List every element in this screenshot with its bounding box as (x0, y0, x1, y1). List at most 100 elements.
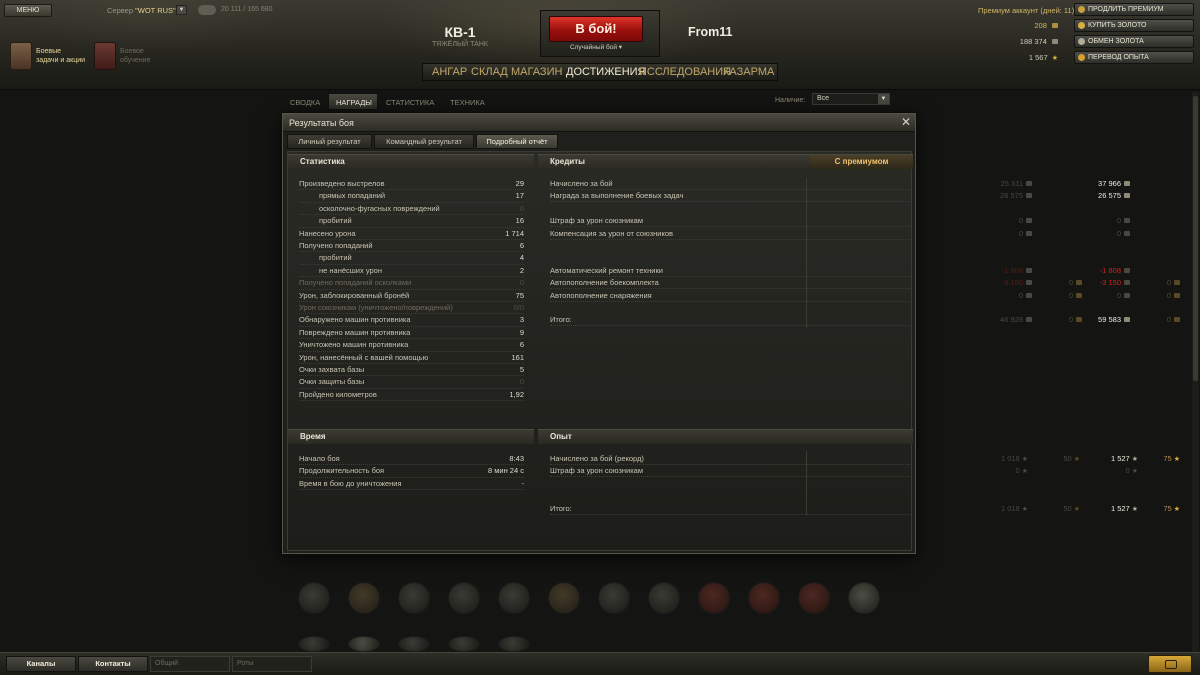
gold-icon (1174, 280, 1180, 286)
stats-row: осколочно-фугасных повреждений 0 (299, 203, 524, 216)
detailed-report-panel: Статистика Произведено выстрелов 29 прямых… (287, 151, 1180, 551)
menu-button[interactable]: МЕНЮ (4, 4, 52, 17)
credits-balance: 188 374 (998, 37, 1058, 46)
credits-premium-value-text: 26 575 (1098, 191, 1121, 201)
tab-personal-result[interactable]: Личный результат (287, 134, 372, 149)
credits-premium-value-text: 37 966 (1098, 179, 1121, 188)
medal-icon[interactable] (648, 582, 680, 614)
credits-row (550, 252, 912, 264)
credits-base-gold-value-text: 0 (1068, 278, 1073, 288)
medal-icon[interactable] (498, 582, 530, 614)
credits-base-value-text: 26 575 (1000, 191, 1023, 201)
time-label: Время в бою до уничтожения (299, 478, 402, 488)
channel-squads[interactable]: Роты (232, 656, 312, 672)
xp-star-icon: ★ (1021, 456, 1028, 463)
nav-shop[interactable]: МАГАЗИН (511, 66, 562, 78)
stats-label: Повреждено машин противника (299, 327, 411, 337)
medal-icon[interactable] (398, 636, 430, 652)
to-battle-button[interactable]: В бой! (549, 16, 643, 42)
tab-awards[interactable]: НАГРАДЫ (336, 98, 372, 107)
credits-premium-value: 0 (1080, 215, 1130, 227)
player-name: From11 (688, 25, 733, 39)
xp-premium-free-value: 75 ★ (1130, 503, 1180, 516)
server-dropdown-button[interactable]: ▼ (176, 5, 187, 15)
dialog-titlebar[interactable] (283, 114, 915, 132)
page-scrollbar[interactable] (1192, 92, 1199, 652)
nav-hangar[interactable]: АНГАР (432, 66, 467, 78)
close-icon[interactable]: ✕ (901, 115, 911, 129)
time-row: Начало боя 8:43 (299, 453, 524, 466)
training-button[interactable]: Боевое обучение (94, 40, 172, 80)
medal-icon[interactable] (748, 582, 780, 614)
exchange-gold-button[interactable]: ОБМЕН ЗОЛОТА (1074, 35, 1194, 48)
medal-icon[interactable] (398, 582, 430, 614)
gold-coin-icon (1078, 22, 1085, 29)
availability-select[interactable]: Все ▼ (812, 93, 890, 105)
nav-barracks[interactable]: КАЗАРМА (723, 66, 774, 78)
time-row: Продолжительность боя 8 мин 24 с (299, 465, 524, 478)
training-label: Боевое обучение (120, 48, 151, 64)
free-xp-icon: ★ (1051, 55, 1058, 62)
tab-detailed-report[interactable]: Подробный отчёт (476, 134, 558, 149)
tab-summary[interactable]: СВОДКА (290, 98, 320, 107)
credits-premium-gold-value-text: 0 (1166, 315, 1171, 325)
battle-mode-selector[interactable]: Случайный бой ▾ (549, 43, 643, 51)
tab-statistics[interactable]: СТАТИСТИКА (386, 98, 434, 107)
premium-header: С премиумом (810, 155, 913, 169)
medal-icon[interactable] (548, 582, 580, 614)
credits-premium-gold-value: 0 (1130, 290, 1180, 302)
xp-base-value-text: 1 018 (1000, 503, 1020, 513)
stats-label: осколочно-фугасных повреждений (319, 203, 440, 213)
extend-premium-button[interactable]: ПРОДЛИТЬ ПРЕМИУМ (1074, 3, 1194, 16)
medal-icon[interactable] (848, 582, 880, 614)
medal-icon[interactable] (798, 582, 830, 614)
medal-icon[interactable] (348, 636, 380, 652)
nav-research[interactable]: ИССЛЕДОВАНИЯ (639, 66, 731, 78)
premium-status: Премиум аккаунт (дней: 11) (978, 6, 1075, 15)
medal-icon[interactable] (448, 636, 480, 652)
tab-vehicles[interactable]: ТЕХНИКА (450, 98, 485, 107)
time-header: Время (288, 429, 534, 444)
channels-button[interactable]: Каналы (6, 656, 76, 672)
tank-type: ТЯЖЁЛЫЙ ТАНК (432, 41, 488, 48)
players-online-count: 20 111 / 165 680 (221, 6, 273, 13)
stats-label: Урон союзникам (уничтожено/повреждений) (299, 303, 453, 312)
channel-general[interactable]: Общий (150, 656, 230, 672)
credits-row: Автопополнение боекомплекта -3 150 0 -3 150… (550, 277, 1180, 290)
medal-icon[interactable] (498, 636, 530, 652)
credits-label: Компенсация за урон от союзников (550, 228, 673, 238)
xp-base-free-value: 50 ★ (1030, 503, 1080, 516)
stats-row: Повреждено машин противника 9 (299, 327, 524, 340)
medal-icon[interactable] (348, 582, 380, 614)
stats-row: Уничтожено машин противника 6 (299, 339, 524, 352)
convert-xp-button[interactable]: ПЕРЕВОД ОПЫТА (1074, 51, 1194, 64)
training-icon (94, 42, 116, 70)
credits-base-value: 26 575 (982, 190, 1032, 202)
medal-icon[interactable] (298, 582, 330, 614)
time-label: Продолжительность боя (299, 466, 385, 476)
nav-depot[interactable]: СКЛАД (471, 66, 508, 78)
contacts-button[interactable]: Контакты (78, 656, 148, 672)
stats-row: пробитий 16 (299, 215, 524, 228)
stats-label: Урон, заблокированный бронёй (299, 290, 410, 300)
medal-icon[interactable] (448, 582, 480, 614)
stats-value: 3 (519, 315, 524, 325)
medal-icon[interactable] (298, 636, 330, 652)
stats-value: 0 (519, 203, 524, 213)
credits-premium-value: -1 808 (1080, 265, 1130, 277)
quests-button[interactable]: Боевые задачи и акции (10, 40, 88, 80)
credits-base-value-text: 0 (1018, 216, 1023, 226)
credits-premium-value-text: 59 583 (1098, 315, 1121, 325)
medal-icon[interactable] (698, 582, 730, 614)
scrollbar-thumb[interactable] (1193, 96, 1198, 381)
chevron-down-icon: ▾ (618, 44, 623, 51)
gold-balance: 208 (998, 21, 1058, 30)
chat-button[interactable] (1148, 655, 1192, 673)
tab-team-result[interactable]: Командный результат (374, 134, 474, 149)
stats-row: Урон, нанесённый с вашей помощью 161 (299, 352, 524, 364)
stats-label: Очки захвата базы (299, 365, 365, 374)
stats-value: 9 (519, 327, 524, 337)
nav-achievements[interactable]: ДОСТИЖЕНИЯ (566, 66, 646, 78)
buy-gold-button[interactable]: КУПИТЬ ЗОЛОТО (1074, 19, 1194, 32)
medal-icon[interactable] (598, 582, 630, 614)
